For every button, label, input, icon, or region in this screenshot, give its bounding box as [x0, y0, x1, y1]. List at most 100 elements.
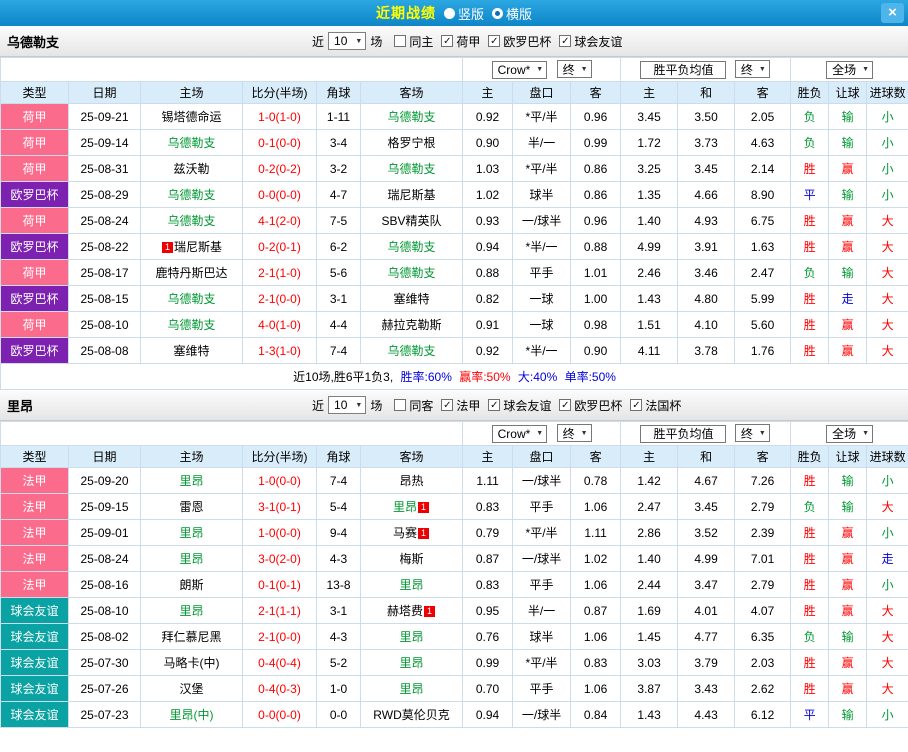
recent-count-select[interactable]: 10▼: [328, 396, 366, 414]
match-row: 球会友谊25-08-10里昂2-1(1-1)3-1赫塔费10.95半/一0.87…: [1, 598, 908, 624]
team-name-title: 里昂: [7, 396, 33, 415]
away-team-cell: RWD莫伦贝克: [361, 702, 463, 728]
match-row: 欧罗巴杯25-08-15乌德勒支2-1(0-0)3-1塞维特0.82一球1.00…: [1, 286, 908, 312]
corner-score: 3-4: [317, 130, 361, 156]
scope-select[interactable]: 全场▼: [826, 425, 873, 443]
league-badge: 荷甲: [1, 104, 69, 130]
red-card-badge: 1: [418, 502, 429, 513]
col-avg-home: 主: [621, 82, 678, 104]
away-team-name: 马赛: [393, 526, 417, 540]
recent-results-window: 近期战绩 竖版 横版 × 乌德勒支 近 10▼ 场 同主✓荷甲✓欧罗巴杯✓球会友…: [0, 0, 908, 752]
odds-home: 0.92: [463, 104, 513, 130]
filter-checkbox-label: 欧罗巴杯: [574, 397, 622, 414]
match-score: 0-4(0-4): [243, 650, 317, 676]
odds-company-select[interactable]: Crow*▼: [492, 61, 548, 79]
layout-radio-horizontal[interactable]: 横版: [492, 4, 532, 23]
filter-checkbox-label: 法甲: [456, 397, 480, 414]
odds-stage-select[interactable]: 终▼: [557, 424, 592, 442]
league-badge: 荷甲: [1, 260, 69, 286]
avg-away: 1.76: [735, 338, 791, 364]
matches-body: 荷甲25-09-21锡塔德命运1-0(1-0)1-11乌德勒支0.92*平/半0…: [1, 104, 908, 390]
league-badge: 荷甲: [1, 312, 69, 338]
odds-company-filter-cell: Crow*▼ 终▼: [463, 58, 621, 82]
odds-line: *平/半: [513, 156, 571, 182]
matches-table: Crow*▼ 终▼ 胜平负均值 终▼ 全场▼ 类型 日期 主场 比分(半场): [0, 421, 908, 728]
avg-away: 7.26: [735, 468, 791, 494]
avg-draw: 4.10: [678, 312, 735, 338]
avg-home: 1.45: [621, 624, 678, 650]
red-card-badge: 1: [418, 528, 429, 539]
filter-checkbox[interactable]: ✓荷甲: [441, 33, 480, 50]
filter-checkbox[interactable]: ✓球会友谊: [559, 33, 622, 50]
recent-count-select[interactable]: 10▼: [328, 32, 366, 50]
odds-line: 一/球半: [513, 702, 571, 728]
chevron-down-icon: ▼: [581, 430, 588, 437]
match-date: 25-09-01: [69, 520, 141, 546]
result-handicap: 输: [829, 468, 867, 494]
home-team-cell: 塞维特: [141, 338, 243, 364]
league-badge: 荷甲: [1, 156, 69, 182]
scope-filter-cell: 全场▼: [791, 422, 908, 446]
odds-home: 0.99: [463, 650, 513, 676]
league-badge: 球会友谊: [1, 650, 69, 676]
layout-radio-vertical[interactable]: 竖版: [444, 4, 484, 23]
match-row: 欧罗巴杯25-08-08塞维特1-3(1-0)7-4乌德勒支0.92*半/一0.…: [1, 338, 908, 364]
col-home: 主场: [141, 446, 243, 468]
avg-draw: 4.93: [678, 208, 735, 234]
result-handicap: 赢: [829, 598, 867, 624]
avg-draw: 3.91: [678, 234, 735, 260]
away-team-cell: 乌德勒支: [361, 104, 463, 130]
corner-score: 3-1: [317, 598, 361, 624]
col-odds-home: 主: [463, 82, 513, 104]
scope-select[interactable]: 全场▼: [826, 61, 873, 79]
avg-home: 1.42: [621, 468, 678, 494]
checkbox-icon: ✓: [488, 35, 500, 47]
odds-company-select[interactable]: Crow*▼: [492, 425, 548, 443]
avg-stage-select[interactable]: 终▼: [735, 60, 770, 78]
col-score: 比分(半场): [243, 446, 317, 468]
avg-away: 7.01: [735, 546, 791, 572]
odds-away: 0.90: [571, 338, 621, 364]
match-date: 25-07-26: [69, 676, 141, 702]
home-team-cell: 乌德勒支: [141, 208, 243, 234]
odds-line: 平手: [513, 572, 571, 598]
league-badge: 欧罗巴杯: [1, 338, 69, 364]
filter-checkbox[interactable]: ✓法国杯: [630, 397, 681, 414]
summary-segment: 胜率:60%: [401, 370, 456, 384]
avg-stage-select[interactable]: 终▼: [735, 424, 770, 442]
league-badge: 法甲: [1, 572, 69, 598]
col-away: 客场: [361, 446, 463, 468]
away-team-name: 梅斯: [400, 552, 424, 566]
result-goals: 大: [867, 598, 908, 624]
odds-line: 半/一: [513, 598, 571, 624]
odds-home: 0.94: [463, 234, 513, 260]
close-button[interactable]: ×: [881, 3, 904, 23]
corner-score: 0-0: [317, 702, 361, 728]
match-score: 1-0(1-0): [243, 104, 317, 130]
filter-checkbox[interactable]: ✓欧罗巴杯: [559, 397, 622, 414]
odds-home: 1.02: [463, 182, 513, 208]
filter-checkbox[interactable]: ✓欧罗巴杯: [488, 33, 551, 50]
filter-checkbox[interactable]: 同主: [394, 33, 433, 50]
odds-stage-select[interactable]: 终▼: [557, 60, 592, 78]
avg-home: 2.47: [621, 494, 678, 520]
away-team-name: RWD莫伦贝克: [373, 708, 449, 722]
filter-checkbox[interactable]: ✓球会友谊: [488, 397, 551, 414]
odds-away: 0.87: [571, 598, 621, 624]
odds-home: 0.82: [463, 286, 513, 312]
odds-away: 1.06: [571, 494, 621, 520]
filter-checkbox[interactable]: ✓法甲: [441, 397, 480, 414]
result-handicap: 输: [829, 702, 867, 728]
odds-away: 0.86: [571, 156, 621, 182]
result-outcome: 负: [791, 494, 829, 520]
odds-away: 0.86: [571, 182, 621, 208]
summary-text: 近10场,胜6平1负3, 胜率:60% 赢率:50% 大:40% 单率:50%: [1, 364, 908, 390]
match-score: 3-0(2-0): [243, 546, 317, 572]
col-date: 日期: [69, 82, 141, 104]
home-team-cell: 里昂: [141, 546, 243, 572]
window-title: 近期战绩: [376, 3, 436, 23]
avg-draw: 3.47: [678, 572, 735, 598]
col-result: 胜负: [791, 446, 829, 468]
filter-checkbox[interactable]: 同客: [394, 397, 433, 414]
home-team-name: 里昂: [179, 474, 203, 488]
